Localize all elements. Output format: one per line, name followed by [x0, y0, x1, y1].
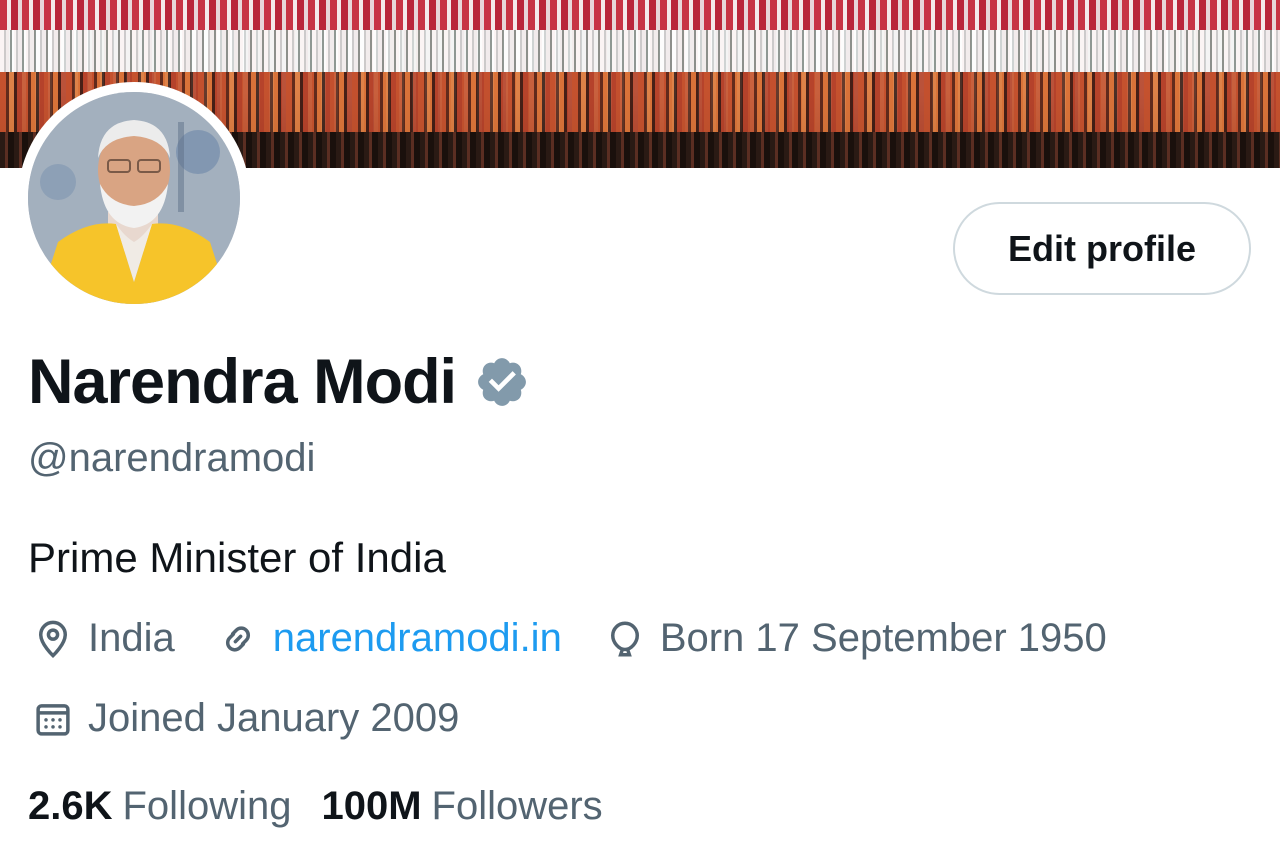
profile-page: Edit profile Narendra Modi @narendramodi…: [0, 0, 1280, 853]
verified-badge-icon[interactable]: [474, 354, 530, 410]
link-icon: [225, 625, 250, 652]
location-pin-icon: [38, 620, 68, 658]
born-text: Born 17 September 1950: [659, 616, 1107, 660]
followers-stat[interactable]: 100M Followers: [321, 784, 602, 829]
website-item[interactable]: narendramodi.in: [217, 616, 562, 661]
profile-name: Narendra Modi: [28, 347, 457, 417]
website-link[interactable]: narendramodi.in: [273, 616, 562, 661]
edit-profile-button[interactable]: Edit profile: [953, 202, 1251, 295]
following-count: 2.6K: [28, 784, 113, 828]
banner-decoration: [0, 30, 1280, 72]
following-label: Following: [122, 784, 292, 828]
location-text: India: [88, 616, 175, 660]
balloon-icon: [610, 620, 639, 656]
profile-name-row: Narendra Modi: [28, 342, 530, 422]
joined-text: Joined January 2009: [88, 696, 460, 740]
avatar-image: [28, 92, 240, 304]
calendar-icon: [36, 703, 70, 736]
profile-bio: Prime Minister of India: [28, 534, 446, 581]
born-item: Born 17 September 1950: [604, 616, 1107, 661]
profile-stats: 2.6K Following 100M Followers: [28, 784, 633, 829]
followers-label: Followers: [431, 784, 603, 828]
profile-meta: India narendramodi.in Born 17 September …: [32, 616, 1149, 661]
avatar[interactable]: [18, 82, 250, 314]
profile-handle: @narendramodi: [28, 436, 316, 480]
location-item: India: [32, 616, 175, 661]
banner-decoration: [0, 0, 1280, 30]
profile-meta-joined: Joined January 2009: [32, 696, 501, 741]
followers-count: 100M: [321, 784, 422, 828]
following-stat[interactable]: 2.6K Following: [28, 784, 291, 829]
joined-item: Joined January 2009: [32, 696, 459, 741]
